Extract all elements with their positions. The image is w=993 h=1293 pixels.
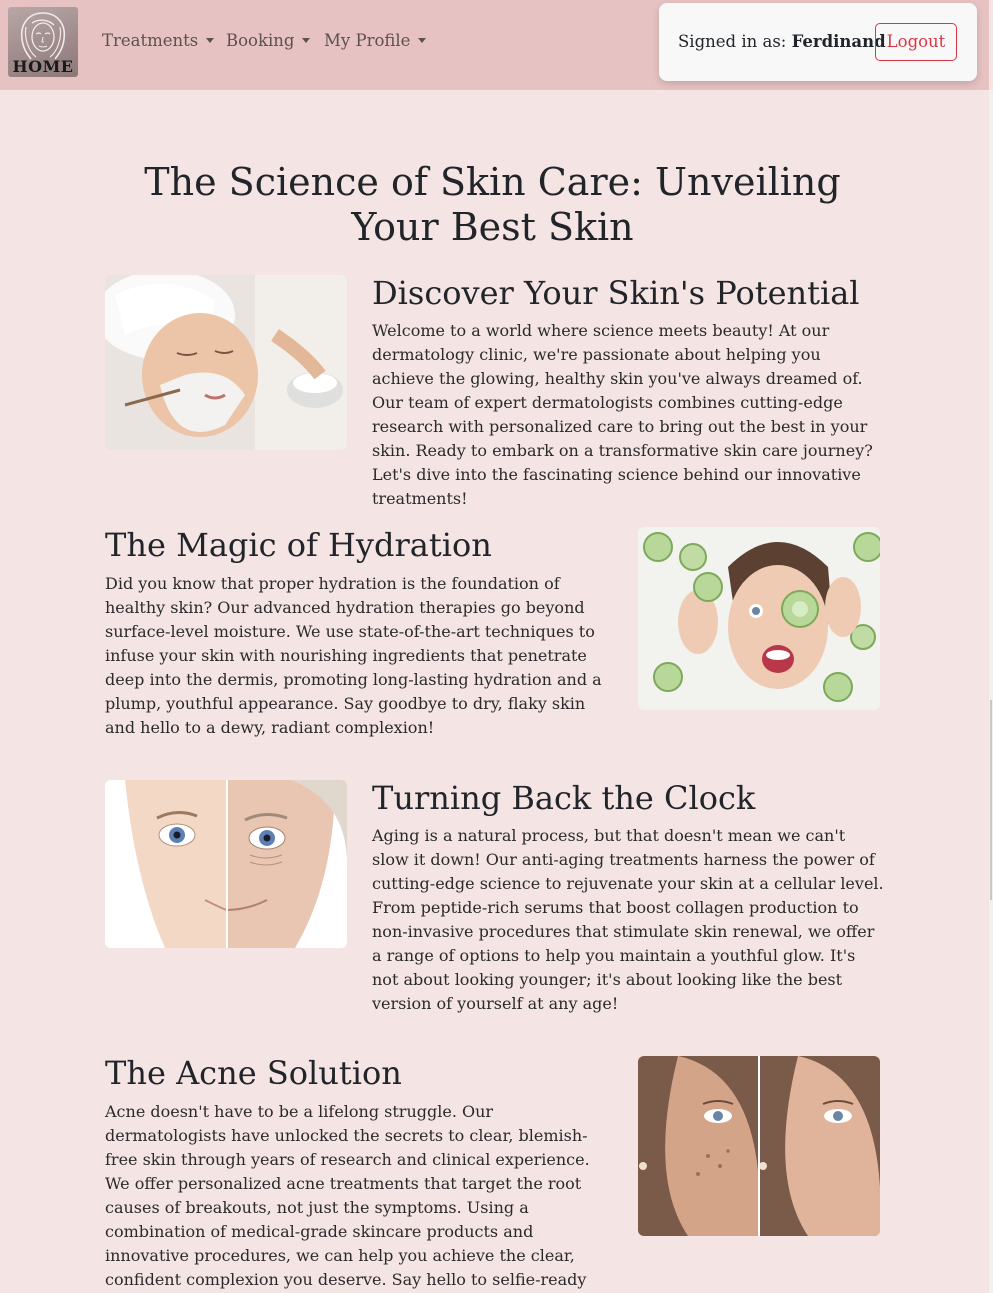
- caret-down-icon: [418, 38, 427, 43]
- home-logo-link[interactable]: HOME: [8, 7, 78, 77]
- signed-in-status: Signed in as: Ferdinand: [678, 32, 886, 51]
- signed-in-label: Signed in as:: [678, 32, 787, 51]
- acne-before-after-image: [638, 1056, 880, 1236]
- nav-treatments-label: Treatments: [102, 31, 199, 50]
- section-text-hydration: Did you know that proper hydration is th…: [105, 574, 602, 737]
- caret-down-icon: [302, 38, 311, 43]
- scrollbar-thumb[interactable]: [990, 700, 992, 900]
- caret-down-icon: [206, 38, 215, 43]
- nav-my-profile-dropdown[interactable]: My Profile: [324, 31, 427, 50]
- scrollbar-track[interactable]: [989, 90, 993, 1293]
- section-text-acne-solution: Acne doesn't have to be a lifelong strug…: [105, 1102, 590, 1289]
- logout-button[interactable]: Logout: [875, 23, 957, 61]
- section-text-turning-back-clock: Aging is a natural process, but that doe…: [372, 826, 884, 1013]
- nav-booking-label: Booking: [226, 31, 295, 50]
- navbar: HOME Treatments Booking My Profile Signe…: [0, 0, 989, 90]
- nav-treatments-dropdown[interactable]: Treatments: [102, 31, 215, 50]
- section-title-acne-solution: The Acne Solution: [105, 1054, 402, 1092]
- logo-text: HOME: [12, 57, 74, 76]
- nav-my-profile-label: My Profile: [324, 31, 411, 50]
- section-text-skin-potential: Welcome to a world where science meets b…: [372, 321, 873, 508]
- anti-aging-comparison-image: [105, 780, 347, 948]
- nav-booking-dropdown[interactable]: Booking: [226, 31, 311, 50]
- cucumber-hydration-image: [638, 527, 880, 710]
- page-title: The Science of Skin Care: Unveiling Your…: [144, 160, 841, 249]
- section-title-hydration: The Magic of Hydration: [105, 526, 492, 564]
- signin-card: Signed in as: Ferdinand Logout: [659, 3, 977, 81]
- user-name: Ferdinand: [791, 32, 886, 51]
- section-title-skin-potential: Discover Your Skin's Potential: [372, 274, 860, 312]
- section-title-turning-back-clock: Turning Back the Clock: [372, 779, 756, 817]
- facial-mask-treatment-image: [105, 275, 347, 450]
